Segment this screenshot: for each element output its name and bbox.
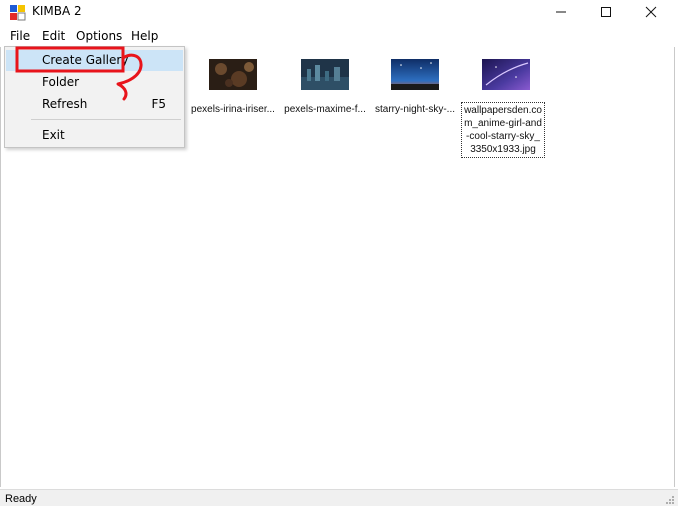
file-menu-dropdown: Create Gallery Folder Refresh F5 Exit [4,46,185,148]
file-item[interactable]: starry-night-sky-... [369,59,461,119]
file-label: wallpapersden.com_anime-girl-and-cool-st… [461,102,545,158]
menu-item-label: Create Gallery [42,53,129,67]
file-thumbnail [391,59,439,90]
kimba-app-icon [9,3,27,21]
file-label: pexels-irina-iriser... [191,104,275,115]
window-title: KIMBA 2 [32,4,82,18]
title-bar[interactable]: KIMBA 2 [0,0,678,25]
minimize-button[interactable] [538,0,584,25]
menu-file[interactable]: File [10,29,30,43]
close-icon [645,6,657,18]
file-thumbnail [209,59,257,90]
menu-item-folder[interactable]: Folder [6,72,183,93]
file-label: starry-night-sky-... [374,104,455,115]
close-button[interactable] [628,0,674,25]
menu-item-refresh[interactable]: Refresh F5 [6,94,183,115]
menu-edit[interactable]: Edit [42,29,65,43]
menu-options[interactable]: Options [76,29,122,43]
menu-help[interactable]: Help [131,29,158,43]
file-label: pexels-maxime-f... [284,104,366,115]
status-bar: Ready [0,489,678,506]
menu-item-label: Exit [42,128,65,142]
menu-item-shortcut: F5 [151,97,166,111]
app-window: KIMBA 2 File Edit Options Help pexels-ir… [0,0,678,506]
menu-item-create-gallery[interactable]: Create Gallery [6,50,183,71]
menu-item-label: Refresh [42,97,88,111]
menu-item-label: Folder [42,75,80,89]
resize-grip-icon[interactable] [665,494,675,504]
file-thumbnail [482,59,530,90]
file-item[interactable]: pexels-irina-iriser... [187,59,279,119]
status-text: Ready [5,493,37,505]
maximize-button[interactable] [583,0,629,25]
menu-item-exit[interactable]: Exit [6,125,183,146]
minimize-icon [556,11,566,13]
file-thumbnail [301,59,349,90]
menu-bar: File Edit Options Help [0,27,678,46]
menu-separator [31,119,181,120]
file-item-selected[interactable]: wallpapersden.com_anime-girl-and-cool-st… [461,59,551,159]
maximize-icon [601,7,611,17]
file-item[interactable]: pexels-maxime-f... [279,59,371,119]
